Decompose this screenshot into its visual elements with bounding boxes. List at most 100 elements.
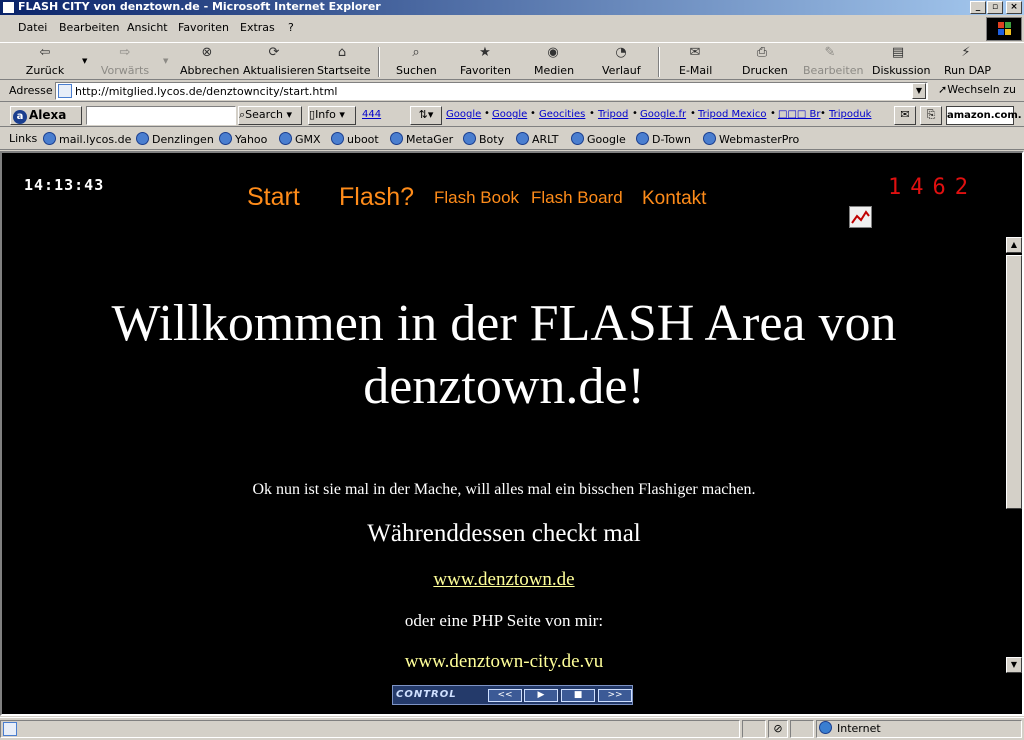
security-zone-pane[interactable]: Internet — [816, 720, 1022, 738]
amazon-button[interactable]: amazon.com. — [946, 106, 1022, 125]
link-uboot[interactable]: uboot — [331, 132, 379, 146]
alexa-link-geocities[interactable]: Geocities — [539, 109, 585, 120]
maximize-button[interactable]: ▫ — [987, 1, 1003, 14]
refresh-icon: ⟳ — [268, 45, 280, 60]
intro-text: Ok nun ist sie mal in der Mache, will al… — [252, 481, 756, 498]
alexa-count-link[interactable]: 444 — [362, 109, 381, 120]
scroll-down-button[interactable]: ▼ — [1006, 657, 1022, 673]
nav-kontakt-link[interactable]: Kontakt — [642, 188, 706, 210]
link-separator: • — [589, 108, 595, 119]
alexa-link-tripod[interactable]: Tripod — [598, 109, 628, 120]
control-stop-button[interactable]: ■ — [561, 689, 595, 702]
link-mail-lycos[interactable]: mail.lycos.de — [43, 132, 131, 146]
alexa-mail-icon[interactable]: ✉ — [894, 106, 916, 125]
mail-button[interactable]: ✉ E-Mail — [679, 45, 712, 79]
alexa-link-google-2[interactable]: Google — [492, 109, 527, 120]
alexa-link-tripoduk[interactable]: Tripoduk — [829, 109, 871, 120]
toolbar-separator — [378, 47, 380, 77]
address-label: Adresse — [9, 84, 53, 97]
nav-flashbook-link[interactable]: Flash Book — [434, 188, 519, 208]
stop-button[interactable]: ⊗ Abbrechen — [180, 45, 239, 79]
ie-app-icon[interactable] — [2, 1, 15, 14]
address-input[interactable]: http://mitglied.lycos.de/denztowncity/st… — [55, 82, 928, 100]
welcome-heading-line1: Willkommen in der FLASH Area von — [111, 295, 897, 352]
ie-link-icon — [703, 132, 716, 145]
link-separator: • — [770, 108, 776, 119]
refresh-button[interactable]: ⟳ Aktualisieren — [243, 45, 315, 79]
control-prev-button[interactable]: << — [488, 689, 522, 702]
print-button[interactable]: ⎙ Drucken — [742, 45, 788, 79]
flash-scrollbar[interactable]: ▲ ▼ — [1006, 237, 1022, 673]
blocked-icon: ⊘ — [768, 720, 788, 738]
media-control-bar: CONTROL << ▶ ■ >> — [392, 685, 633, 705]
alexa-info-button[interactable]: ▯Info ▾ — [308, 106, 356, 125]
go-button[interactable]: ➚Wechseln zu — [938, 83, 1016, 96]
welcome-heading-line2: denztown.de! — [363, 358, 645, 415]
alexa-logo-icon: a — [13, 110, 27, 124]
close-button[interactable]: × — [1006, 1, 1022, 14]
stats-chart-icon[interactable] — [849, 206, 872, 228]
forward-button[interactable]: ⇨ Vorwärts — [100, 45, 150, 79]
mail-icon: ✉ — [689, 45, 701, 60]
ie-link-icon — [279, 132, 292, 145]
back-button[interactable]: ⇦ Zurück — [24, 45, 66, 79]
alexa-search-input[interactable] — [86, 106, 236, 125]
link-arlt[interactable]: ARLT — [516, 132, 559, 146]
link-google[interactable]: Google — [571, 132, 626, 146]
media-button[interactable]: ◉ Medien — [534, 45, 574, 79]
history-icon: ◔ — [615, 45, 627, 60]
toolbar-separator — [658, 47, 660, 77]
control-next-button[interactable]: >> — [598, 689, 632, 702]
link-boty[interactable]: Boty — [463, 132, 504, 146]
links-bar: Links mail.lycos.de Denzlingen Yahoo GMX… — [0, 128, 1024, 150]
link-separator: • — [690, 108, 696, 119]
php-text: oder eine PHP Seite von mir: — [404, 611, 604, 630]
internet-globe-icon — [819, 721, 832, 734]
menu-ansicht[interactable]: Ansicht — [127, 21, 168, 34]
denztown-link[interactable]: www.denztown.de — [2, 569, 1006, 591]
menu-bearbeiten[interactable]: Bearbeiten — [59, 21, 119, 34]
menu-extras[interactable]: Extras — [240, 21, 275, 34]
address-dropdown-icon[interactable]: ▼ — [912, 83, 926, 99]
alexa-page-icon[interactable]: ⎘ — [920, 106, 942, 125]
edit-button[interactable]: ✎ Bearbeiten — [803, 45, 863, 79]
lightning-icon: ⚡ — [961, 45, 971, 60]
alexa-link-google-fr[interactable]: Google.fr — [640, 109, 686, 120]
link-denzlingen[interactable]: Denzlingen — [136, 132, 214, 146]
media-icon: ◉ — [547, 45, 559, 60]
forward-dropdown-icon[interactable]: ▼ — [163, 57, 168, 65]
search-icon: ⌕ — [412, 45, 420, 60]
alexa-link-google-1[interactable]: Google — [446, 109, 481, 120]
home-button[interactable]: ⌂ Startseite — [317, 45, 371, 79]
link-separator: • — [484, 108, 490, 119]
menu-datei[interactable]: Datei — [18, 21, 47, 34]
minimize-button[interactable]: _ — [970, 1, 986, 14]
alexa-link-tripod-mexico[interactable]: Tripod Mexico — [698, 109, 766, 120]
scroll-up-button[interactable]: ▲ — [1006, 237, 1022, 253]
control-play-button[interactable]: ▶ — [524, 689, 558, 702]
alexa-button[interactable]: a Alexa — [10, 106, 82, 125]
alexa-link-br[interactable]: □□□ Br — [778, 109, 821, 120]
favorites-button[interactable]: ★ Favoriten — [460, 45, 511, 79]
nav-flashboard-link[interactable]: Flash Board — [531, 188, 623, 208]
link-yahoo[interactable]: Yahoo — [219, 132, 267, 146]
alexa-nav-button[interactable]: ⇅▾ — [410, 106, 442, 125]
scroll-thumb[interactable] — [1006, 255, 1022, 509]
search-button[interactable]: ⌕ Suchen — [396, 45, 437, 79]
history-button[interactable]: ◔ Verlauf — [602, 45, 641, 79]
back-dropdown-icon[interactable]: ▼ — [82, 57, 87, 65]
discuss-button[interactable]: ▤ Diskussion — [872, 45, 930, 79]
menu-favoriten[interactable]: Favoriten — [178, 21, 229, 34]
nav-start-link[interactable]: Start — [247, 183, 300, 212]
denztown-city-link[interactable]: www.denztown-city.de.vu — [2, 651, 1006, 673]
link-d-town[interactable]: D-Town — [636, 132, 691, 146]
alexa-search-button[interactable]: ⌕Search ▾ — [238, 106, 302, 125]
nav-flash-link[interactable]: Flash? — [339, 183, 414, 212]
menu-help[interactable]: ? — [288, 21, 294, 34]
status-empty-pane — [790, 720, 814, 738]
link-metager[interactable]: MetaGer — [390, 132, 453, 146]
run-dap-button[interactable]: ⚡ Run DAP — [944, 45, 991, 79]
link-gmx[interactable]: GMX — [279, 132, 321, 146]
links-label: Links — [9, 132, 38, 145]
link-webmasterpro[interactable]: WebmasterPro — [703, 132, 799, 146]
